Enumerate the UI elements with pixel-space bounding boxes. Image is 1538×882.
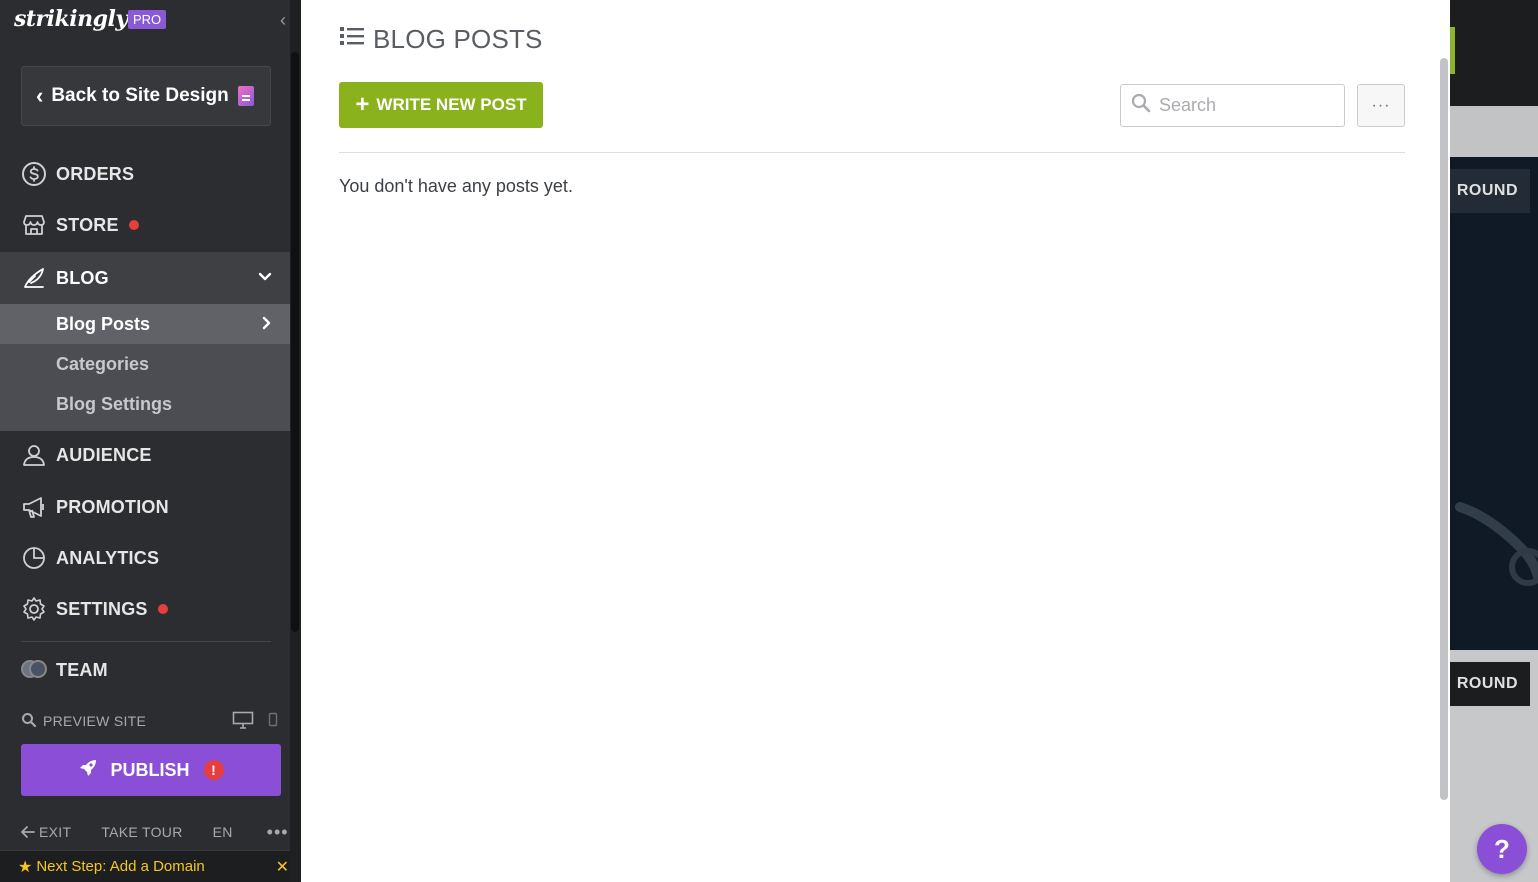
nav-orders-label: ORDERS [56,163,135,184]
nav-store-label: STORE [56,214,119,235]
next-step-label: Next Step: Add a Domain [36,858,205,875]
nav-blog-label: BLOG [56,267,109,288]
pro-badge: PRO [128,10,167,29]
exit-label: EXIT [39,824,72,840]
submenu-blog-posts-label: Blog Posts [56,313,151,334]
nav-analytics-label: ANALYTICS [56,547,160,568]
list-icon [339,24,365,55]
settings-notification-dot [157,604,168,614]
write-new-post-button[interactable]: + WRITE NEW POST [339,82,543,128]
chevron-down-icon [258,269,272,287]
chevron-left-icon: ‹ [36,83,44,108]
blog-submenu: Blog Posts Categories Blog Settings [0,304,290,431]
nav-orders[interactable]: ORDERS [0,149,290,199]
submenu-categories-label: Categories [56,353,150,374]
user-icon [21,442,47,468]
backdrop-top-bar [1450,0,1538,106]
submenu-blog-settings-label: Blog Settings [56,393,172,414]
nav-team[interactable]: TEAM [0,645,290,695]
next-step-banner[interactable]: ★ Next Step: Add a Domain ✕ [0,850,301,882]
rocket-icon [78,758,98,783]
submenu-blog-posts[interactable]: Blog Posts [0,304,290,344]
back-button-label: Back to Site Design [51,85,229,106]
publish-button[interactable]: PUBLISH ! [21,744,281,796]
help-button[interactable]: ? [1477,824,1527,874]
nav-settings-label: SETTINGS [56,598,148,619]
take-tour-link[interactable]: TAKE TOUR [101,824,182,840]
back-to-site-design-button[interactable]: ‹ Back to Site Design [21,66,271,126]
backdrop-background-button-2[interactable]: ROUND [1450,662,1530,706]
dollar-circle-icon [21,161,47,187]
submenu-blog-settings[interactable]: Blog Settings [0,384,290,424]
more-actions-button[interactable]: ··· [1357,84,1405,127]
nav-promotion[interactable]: PROMOTION [0,482,290,532]
exit-button[interactable]: EXIT [21,824,71,840]
page-title-text: BLOG POSTS [373,24,543,54]
sidebar-footer: EXIT TAKE TOUR EN ••• [0,817,290,847]
nav-settings[interactable]: SETTINGS [0,584,290,634]
backdrop-background-button[interactable]: ROUND [1450,169,1530,213]
search-icon [1131,93,1151,118]
backdrop-gray-strip [1450,106,1538,158]
sidebar-scrollbar-thumb[interactable] [291,52,299,632]
quill-icon [21,265,47,291]
storefront-icon [21,212,47,238]
panel-scrollbar[interactable] [1440,58,1448,800]
write-new-post-label: WRITE NEW POST [376,95,527,114]
mobile-preview-icon[interactable] [268,712,278,731]
backdrop-dark-section [1450,157,1538,650]
nav-blog[interactable]: BLOG [0,252,290,304]
chevron-right-icon [262,314,272,335]
document-icon [237,86,254,106]
nav-promotion-label: PROMOTION [56,496,169,517]
collapse-sidebar-icon[interactable]: ‹ [280,10,286,31]
pie-chart-icon [21,545,47,571]
strikingly-logo[interactable]: strikingly [14,6,128,32]
sidebar-scrollbar[interactable] [290,0,301,882]
nav-store[interactable]: STORE [0,200,290,250]
background-image-icon [1455,502,1538,586]
preview-site-row: PREVIEW SITE [21,707,281,735]
close-icon[interactable]: ✕ [276,857,289,877]
nav-audience[interactable]: AUDIENCE [0,430,290,480]
plus-icon: + [355,91,370,118]
team-avatars-icon [21,657,47,683]
nav-analytics[interactable]: ANALYTICS [0,533,290,583]
page-title: BLOG POSTS [339,24,543,55]
nav-team-label: TEAM [56,659,108,680]
header-divider [339,152,1405,153]
publish-label: PUBLISH [110,759,190,780]
empty-state-message: You don't have any posts yet. [339,176,573,196]
store-notification-dot [128,220,139,230]
sidebar-divider [21,641,271,642]
nav-audience-label: AUDIENCE [56,444,152,465]
language-selector[interactable]: EN [213,824,233,840]
submenu-categories[interactable]: Categories [0,344,290,384]
search-icon [21,712,37,731]
megaphone-icon [21,494,47,520]
search-input[interactable] [1159,95,1329,116]
site-editor-backdrop: ROUND ROUND ? [1450,0,1538,882]
blog-posts-panel: BLOG POSTS + WRITE NEW POST ··· You don'… [301,0,1450,882]
desktop-preview-icon[interactable] [232,711,254,732]
publish-alert-badge: ! [203,760,224,780]
search-field[interactable] [1120,84,1345,127]
star-icon: ★ [18,858,33,876]
backdrop-green-button[interactable] [1450,27,1455,74]
sidebar: strikingly PRO ‹ ‹ Back to Site Design O… [0,0,301,882]
preview-site-link[interactable]: PREVIEW SITE [43,713,146,729]
arrow-left-icon [21,826,35,838]
more-options-icon[interactable]: ••• [267,822,289,843]
gear-icon [21,596,47,622]
